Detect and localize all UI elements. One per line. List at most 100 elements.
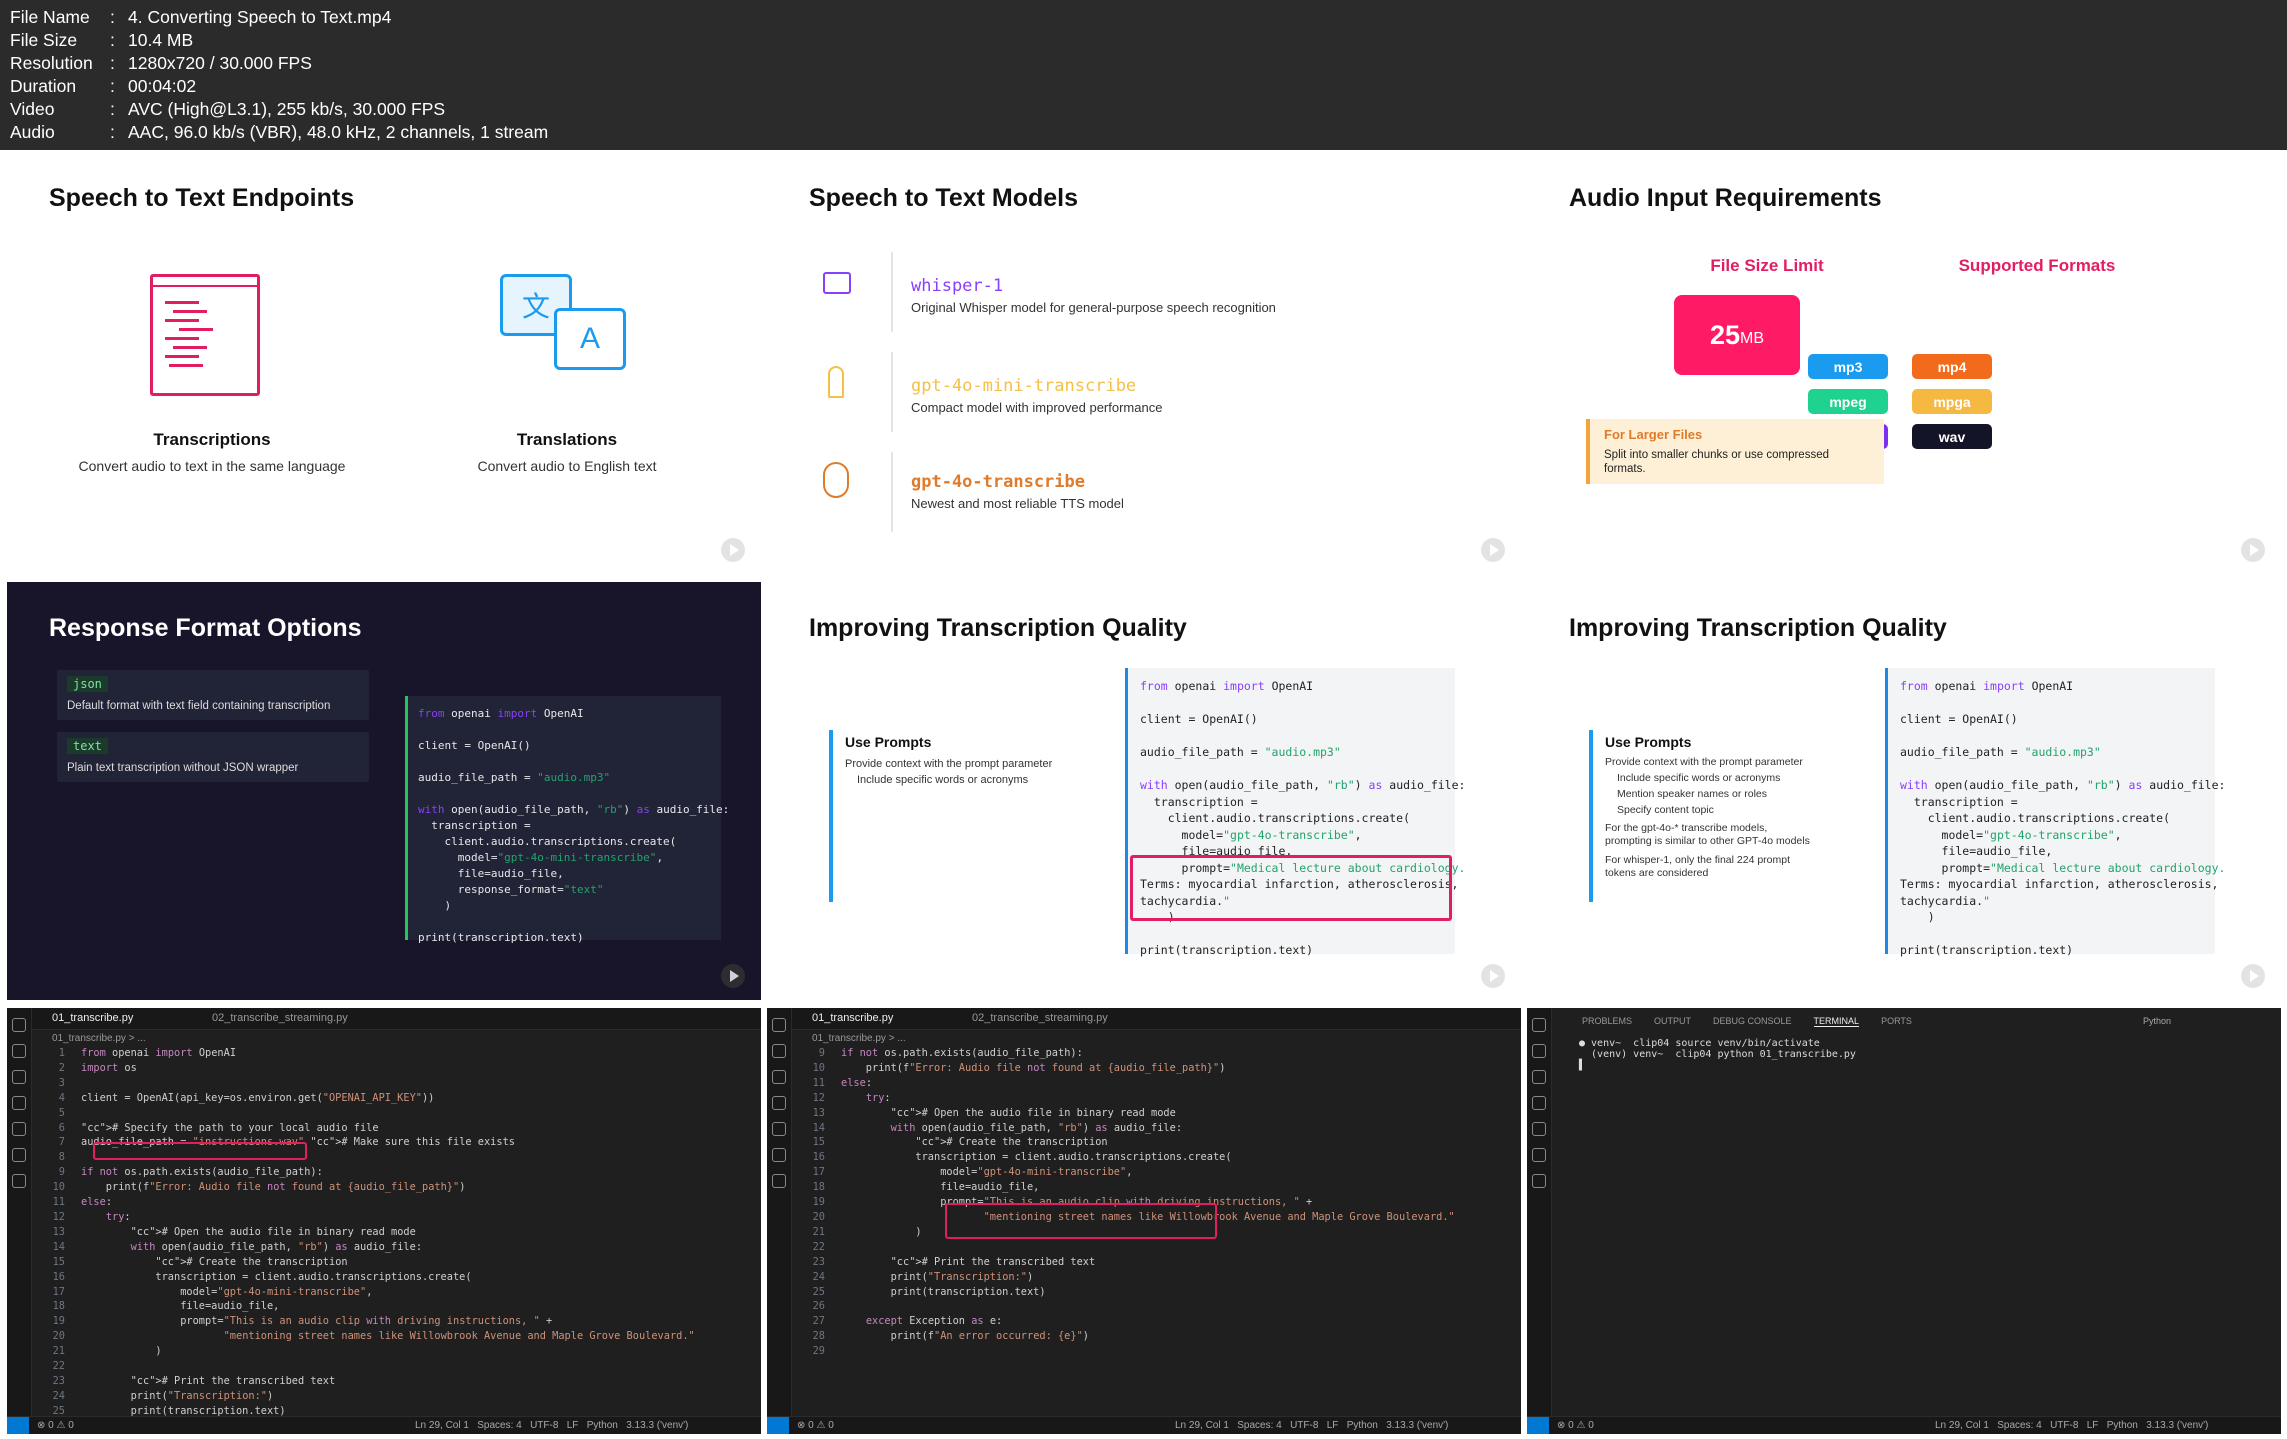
play-icon[interactable] [721, 538, 745, 562]
terminal-output[interactable]: ● venv~ clip04 source venv/bin/activate … [1579, 1038, 1856, 1071]
tab-02-transcribe-streaming[interactable]: 02_transcribe_streaming.py [972, 1012, 1108, 1024]
breadcrumb[interactable]: 01_transcribe.py > ... [52, 1033, 146, 1044]
slide-title: Speech to Text Endpoints [49, 184, 355, 212]
file-info-value: 10.4 MB [128, 30, 194, 50]
remote-indicator[interactable] [767, 1417, 789, 1434]
panel-tab-output[interactable]: OUTPUT [1654, 1016, 1691, 1027]
model-desc: Original Whisper model for general-purpo… [911, 300, 1276, 315]
remote-icon[interactable] [12, 1148, 26, 1162]
slide-audio-requirements: Audio Input Requirements File Size Limit… [1527, 152, 2281, 574]
slide-title: Audio Input Requirements [1569, 184, 1882, 212]
file-info-colon: : [110, 7, 115, 27]
explorer-icon[interactable] [12, 1018, 26, 1032]
model-name: whisper-1 [911, 276, 1004, 296]
prompt-highlight [945, 1203, 1217, 1239]
code-block: from openai import OpenAI client = OpenA… [405, 696, 729, 944]
prompts-line: Mention speaker names or roles [1617, 788, 1767, 800]
tab-01-transcribe[interactable]: 01_transcribe.py [52, 1012, 133, 1024]
play-icon[interactable] [2241, 964, 2265, 988]
slide-title: Speech to Text Models [809, 184, 1079, 212]
problems-count[interactable]: ⊗ 0 ⚠ 0 [797, 1420, 834, 1431]
message-icon [823, 272, 851, 294]
search-icon[interactable] [12, 1044, 26, 1058]
editor-tabs: 01_transcribe.py 02_transcribe_streaming… [32, 1008, 761, 1030]
status-items[interactable]: Ln 29, Col 1 Spaces: 4 UTF-8 LF Python 3… [1935, 1420, 2208, 1431]
remote-indicator[interactable] [1527, 1417, 1549, 1434]
model-desc: Newest and most reliable TTS model [911, 496, 1124, 511]
run-debug-icon[interactable] [12, 1096, 26, 1110]
prompts-line: For whisper-1, only the final 224 prompt [1605, 854, 1791, 866]
source-control-icon[interactable] [1532, 1070, 1546, 1084]
panel-tab-problems[interactable]: PROBLEMS [1582, 1016, 1632, 1027]
testing-icon[interactable] [12, 1174, 26, 1188]
tab-01-transcribe[interactable]: 01_transcribe.py [812, 1012, 893, 1024]
file-info-colon: : [110, 30, 115, 50]
file-info-value: 4. Converting Speech to Text.mp4 [128, 7, 392, 27]
remote-icon[interactable] [772, 1148, 786, 1162]
prompts-line: For the gpt-4o-* transcribe models, [1605, 822, 1768, 834]
slide-title: Improving Transcription Quality [809, 614, 1187, 642]
terminal-shell-label[interactable]: Python [2143, 1016, 2171, 1026]
file-info-colon: : [110, 122, 115, 142]
source-control-icon[interactable] [772, 1070, 786, 1084]
problems-count[interactable]: ⊗ 0 ⚠ 0 [1557, 1420, 1594, 1431]
slide-title: Improving Transcription Quality [1569, 614, 1947, 642]
problems-count[interactable]: ⊗ 0 ⚠ 0 [37, 1420, 74, 1431]
testing-icon[interactable] [772, 1174, 786, 1188]
run-debug-icon[interactable] [772, 1096, 786, 1110]
model-item-mini: gpt-4o-mini-transcribe Compact model wit… [767, 352, 1521, 432]
play-icon[interactable] [1481, 538, 1505, 562]
transcriptions-heading: Transcriptions [153, 430, 271, 449]
play-icon[interactable] [721, 964, 745, 988]
status-items[interactable]: Ln 29, Col 1 Spaces: 4 UTF-8 LF Python 3… [415, 1420, 688, 1431]
slide-models: Speech to Text Models whisper-1 Original… [767, 152, 1521, 574]
slide-title: Response Format Options [49, 614, 362, 642]
file-info-value: AVC (High@L3.1), 255 kb/s, 30.000 FPS [128, 99, 446, 119]
activity-bar [1527, 1008, 1552, 1416]
terminal-line: ● venv~ clip04 source venv/bin/activate [1579, 1038, 1820, 1049]
code-block: from openai import OpenAI client = OpenA… [1885, 668, 2225, 957]
model-item-whisper: whisper-1 Original Whisper model for gen… [767, 252, 1521, 332]
status-items[interactable]: Ln 29, Col 1 Spaces: 4 UTF-8 LF Python 3… [1175, 1420, 1448, 1431]
search-icon[interactable] [1532, 1044, 1546, 1058]
explorer-icon[interactable] [772, 1018, 786, 1032]
prompts-line: prompting is similar to other GPT-4o mod… [1605, 835, 1810, 847]
remote-indicator[interactable] [7, 1417, 29, 1434]
extensions-icon[interactable] [772, 1122, 786, 1136]
panel-tab-ports[interactable]: PORTS [1881, 1016, 1912, 1027]
activity-bar [7, 1008, 32, 1416]
prompts-box: Use Prompts Provide context with the pro… [829, 730, 1069, 902]
remote-icon[interactable] [1532, 1148, 1546, 1162]
status-bar: ⊗ 0 ⚠ 0 Ln 29, Col 1 Spaces: 4 UTF-8 LF … [7, 1416, 761, 1434]
model-name: gpt-4o-mini-transcribe [911, 376, 1137, 396]
play-icon[interactable] [1481, 964, 1505, 988]
code-editor[interactable]: 1 from openai import OpenAI 2 import os 3 … [37, 1046, 695, 1419]
source-control-icon[interactable] [12, 1070, 26, 1084]
search-icon[interactable] [772, 1044, 786, 1058]
status-bar: ⊗ 0 ⚠ 0 Ln 29, Col 1 Spaces: 4 UTF-8 LF … [1527, 1416, 2281, 1434]
file-info-key: Resolution [10, 53, 93, 73]
panel-tab-terminal[interactable]: TERMINAL [1813, 1016, 1860, 1027]
option-desc: Default format with text field containin… [67, 700, 331, 712]
vscode-editor-1: 01_transcribe.py 02_transcribe_streaming… [7, 1008, 761, 1434]
slide-endpoints: Speech to Text Endpoints 文 A Transcripti… [7, 152, 761, 574]
file-info-row: Video: AVC (High@L3.1), 255 kb/s, 30.000 … [10, 98, 2287, 121]
prompts-line: Provide context with the prompt paramete… [845, 758, 1053, 770]
extensions-icon[interactable] [1532, 1122, 1546, 1136]
translate-bubbles-icon: 文 A [492, 274, 642, 394]
note-title: For Larger Files [1604, 427, 1703, 442]
prompts-line: Provide context with the prompt paramete… [1605, 756, 1803, 768]
file-info-panel: File Name:4. Converting Speech to Text.m… [0, 0, 2287, 150]
breadcrumb[interactable]: 01_transcribe.py > ... [812, 1033, 906, 1044]
testing-icon[interactable] [1532, 1174, 1546, 1188]
extensions-icon[interactable] [12, 1122, 26, 1136]
file-info-row: Audio: AAC, 96.0 kb/s (VBR), 48.0 kHz, 2 … [10, 121, 2287, 144]
play-icon[interactable] [2241, 538, 2265, 562]
tab-02-transcribe-streaming[interactable]: 02_transcribe_streaming.py [212, 1012, 348, 1024]
prompts-heading: Use Prompts [845, 734, 932, 750]
panel-tab-debug-console[interactable]: DEBUG CONSOLE [1713, 1016, 1792, 1027]
explorer-icon[interactable] [1532, 1018, 1546, 1032]
option-tag: json [67, 676, 108, 692]
translations-heading: Translations [516, 430, 618, 449]
run-debug-icon[interactable] [1532, 1096, 1546, 1110]
